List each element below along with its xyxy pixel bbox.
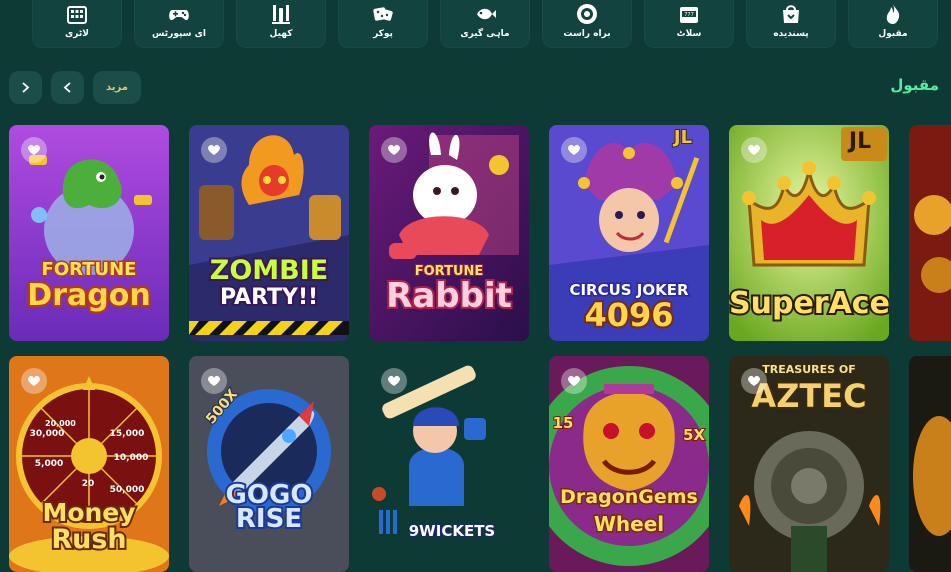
category-label: مقبول <box>878 29 908 39</box>
wheel-value: 15,000 <box>109 429 145 439</box>
heart-icon <box>748 375 760 386</box>
game-title: Money <box>40 498 137 527</box>
heart-icon <box>568 375 580 386</box>
game-tile-dragon-gems-wheel[interactable]: 15 5X DragonGems Wheel <box>549 356 709 572</box>
fish-icon <box>477 8 496 20</box>
section-title: مقبول <box>890 76 939 94</box>
slot-machine-icon: 777 <box>680 7 698 23</box>
provider-badge: JL <box>673 127 693 148</box>
favorite-button[interactable] <box>21 137 47 163</box>
favorite-button[interactable] <box>561 137 587 163</box>
game-title: Rabbit <box>384 276 514 316</box>
category-label: کھیل <box>269 29 293 39</box>
category-bar: مقبول پسندیده 777 سلاٹ براه راست ماہی گی… <box>0 0 951 52</box>
favorite-button[interactable] <box>201 137 227 163</box>
game-art <box>909 125 951 341</box>
favorite-button[interactable] <box>381 137 407 163</box>
heart-icon <box>748 144 760 155</box>
favorite-button[interactable] <box>201 368 227 394</box>
game-tile-money-rush[interactable]: 20,000 15,000 10,000 50,000 20 5,000 30,… <box>9 356 169 572</box>
game-title: ZOMBIE <box>208 255 330 286</box>
wheel-value: 10,000 <box>113 453 149 463</box>
wheel-value: 20,000 <box>45 419 76 428</box>
more-button[interactable]: مزید <box>93 71 141 104</box>
favorite-button[interactable] <box>741 137 767 163</box>
game-tile-gogo-rise[interactable]: 500X GOGO RISE <box>189 356 349 572</box>
category-label: پسندیده <box>773 29 809 39</box>
multiplier-badge: 15 <box>552 414 575 432</box>
category-label: ای سپورٹس <box>152 29 206 39</box>
game-title: 4096 <box>582 296 675 334</box>
prev-button[interactable] <box>51 71 84 104</box>
favorite-button[interactable] <box>21 368 47 394</box>
game-title: Dragon <box>25 278 152 313</box>
wheel-value: 20 <box>81 479 95 489</box>
category-live[interactable]: براه راست <box>542 0 632 48</box>
wheel-value: 5,000 <box>34 459 64 469</box>
heart-icon <box>388 375 400 386</box>
heart-icon <box>28 375 40 386</box>
chevron-right-icon <box>22 82 30 93</box>
heart-icon <box>208 375 220 386</box>
game-tile-fortune-rabbit[interactable]: FORTUNE Rabbit <box>369 125 529 341</box>
category-label: براه راست <box>563 29 611 39</box>
next-button[interactable] <box>9 71 42 104</box>
lottery-icon <box>67 6 87 24</box>
wheel-value: 30,000 <box>29 429 65 439</box>
favorite-button[interactable] <box>561 368 587 394</box>
game-tile-partial[interactable] <box>909 125 951 341</box>
chevron-left-icon <box>63 82 71 93</box>
category-label: ماہی گیری <box>460 29 510 39</box>
provider-badge: JL <box>848 129 872 154</box>
bag-icon <box>783 5 799 23</box>
category-label: سلاٹ <box>676 29 702 39</box>
category-poker[interactable]: پوکر <box>338 0 428 48</box>
category-favorites[interactable]: پسندیده <box>746 0 836 48</box>
game-title: RISE <box>234 504 304 534</box>
category-label: لاٹری <box>65 29 89 39</box>
cricket-icon <box>272 5 290 24</box>
game-title: FORTUNE <box>40 259 138 280</box>
game-tile-circus-joker[interactable]: JL CIRCUS JOKER 4096 <box>549 125 709 341</box>
game-title: 9WICKETS <box>408 522 496 540</box>
flame-icon <box>886 4 900 24</box>
category-fishing[interactable]: ماہی گیری <box>440 0 530 48</box>
wheel-value: 50,000 <box>109 485 145 495</box>
game-tile-partial[interactable] <box>909 356 951 572</box>
game-title: PARTY!! <box>218 285 320 311</box>
category-popular[interactable]: مقبول <box>848 0 938 48</box>
category-label: پوکر <box>373 29 393 39</box>
gamepad-icon <box>169 10 189 21</box>
multiplier-badge: 5X <box>682 426 706 444</box>
category-slots[interactable]: 777 سلاٹ <box>644 0 734 48</box>
game-tile-super-ace[interactable]: JL SuperAce <box>729 125 889 341</box>
dice-icon <box>373 7 393 21</box>
heart-icon <box>568 144 580 155</box>
category-sports[interactable]: کھیل <box>236 0 326 48</box>
game-tile-zombie-party[interactable]: ZOMBIE PARTY!! <box>189 125 349 341</box>
game-title: Wheel <box>592 512 665 536</box>
game-title: SuperAce <box>729 286 889 321</box>
category-lottery[interactable]: لاٹری <box>32 0 122 48</box>
heart-icon <box>388 144 400 155</box>
heart-icon <box>28 144 40 155</box>
game-title: DragonGems <box>559 486 700 508</box>
heart-icon <box>208 144 220 155</box>
game-tile-treasures-of-aztec[interactable]: TREASURES OF AZTEC <box>729 356 889 572</box>
category-esports[interactable]: ای سپورٹس <box>134 0 224 48</box>
game-tile-9wickets[interactable]: 9WICKETS <box>369 356 529 572</box>
favorite-button[interactable] <box>381 368 407 394</box>
game-title: Rush <box>49 524 128 555</box>
game-art <box>909 356 951 572</box>
roulette-icon <box>577 4 597 24</box>
game-tile-fortune-dragon[interactable]: FORTUNE Dragon <box>9 125 169 341</box>
favorite-button[interactable] <box>741 368 767 394</box>
svg-text:777: 777 <box>684 12 694 18</box>
